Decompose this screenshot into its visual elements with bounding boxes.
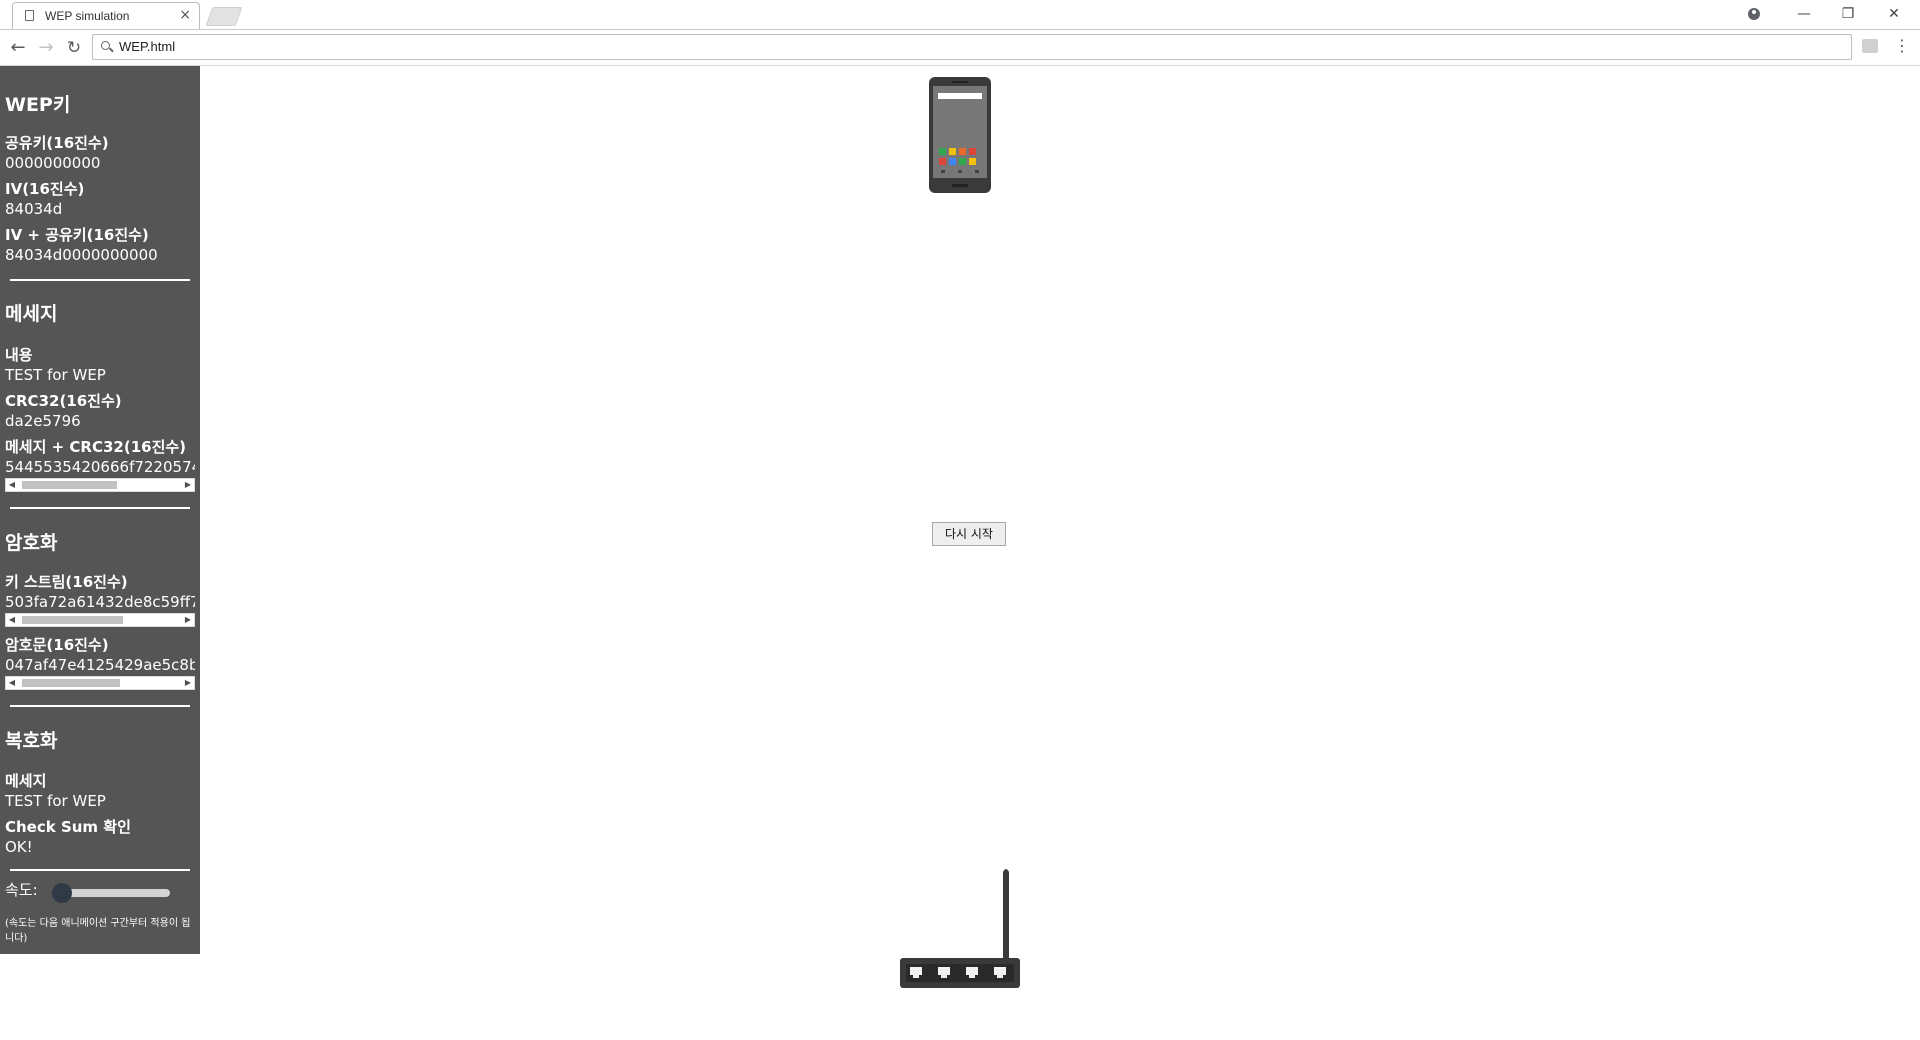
crc32-value: da2e5796 [5, 412, 81, 430]
speed-note: (속도는 다음 애니메이션 구간부터 적용이 됩니다) [5, 918, 191, 944]
browser-menu-icon[interactable]: ⋮ [1894, 36, 1910, 55]
decrypted-message-value: TEST for WEP [5, 792, 106, 810]
tab-strip: WEP simulation × — ❐ ✕ [0, 0, 1920, 30]
scrollbar-thumb[interactable] [22, 679, 120, 687]
scroll-right-icon[interactable]: ▶ [182, 677, 194, 689]
shared-key-label: 공유키(16진수) [5, 134, 109, 152]
back-button[interactable]: ← [6, 36, 30, 60]
checksum-label: Check Sum 확인 [5, 818, 131, 836]
address-url: WEP.html [119, 39, 176, 54]
message-content-value: TEST for WEP [5, 366, 106, 384]
message-content-label: 내용 [5, 346, 33, 364]
iv-label: IV(16진수) [5, 180, 85, 198]
message-crc32-scrollbar[interactable]: ◀ ▶ [5, 478, 195, 492]
browser-toolbar: ← → ↻ WEP.html ⋮ [0, 30, 1920, 66]
divider [10, 869, 190, 871]
shared-key-value: 0000000000 [5, 154, 101, 172]
router-icon [900, 869, 1020, 988]
section-title-message: 메세지 [5, 303, 58, 325]
speed-slider-thumb[interactable] [52, 883, 72, 903]
divider [10, 279, 190, 281]
section-title-wep-key: WEP키 [5, 94, 71, 116]
tab-title: WEP simulation [45, 9, 130, 23]
scrollbar-thumb[interactable] [22, 616, 123, 624]
divider [10, 705, 190, 707]
keystream-value: 503fa72a61432de8c59ff7b [5, 593, 195, 611]
tab-close-icon[interactable]: × [179, 7, 191, 23]
close-window-button[interactable]: ✕ [1872, 3, 1916, 25]
divider [10, 507, 190, 509]
ciphertext-scrollbar[interactable]: ◀ ▶ [5, 676, 195, 690]
speed-label: 속도: [5, 881, 38, 899]
keystream-label: 키 스트림(16진수) [5, 573, 128, 591]
message-crc32-label: 메세지 + CRC32(16진수) [5, 438, 187, 456]
scrollbar-thumb[interactable] [22, 481, 117, 489]
page-icon [25, 10, 34, 21]
decrypted-message-label: 메세지 [5, 772, 47, 790]
minimize-button[interactable]: — [1782, 3, 1826, 25]
iv-value: 84034d [5, 200, 63, 218]
ciphertext-value: 047af47e4125429ae5c8b2 [5, 656, 195, 674]
address-bar[interactable]: WEP.html [92, 34, 1852, 60]
search-icon [101, 41, 110, 50]
message-crc32-value: 5445535420666f72205745 [5, 458, 195, 476]
scroll-right-icon[interactable]: ▶ [182, 614, 194, 626]
extension-icon[interactable] [1862, 39, 1878, 53]
speed-slider[interactable] [55, 889, 170, 897]
tab-wep-simulation[interactable]: WEP simulation × [12, 2, 200, 29]
ciphertext-label: 암호문(16진수) [5, 636, 109, 654]
scroll-left-icon[interactable]: ◀ [6, 614, 18, 626]
scroll-left-icon[interactable]: ◀ [6, 677, 18, 689]
scroll-right-icon[interactable]: ▶ [182, 479, 194, 491]
reload-button[interactable]: ↻ [62, 36, 86, 60]
forward-button[interactable]: → [34, 36, 58, 60]
sidebar: WEP키 공유키(16진수) 0000000000 IV(16진수) 84034… [0, 66, 200, 954]
iv-shared-key-value: 84034d0000000000 [5, 246, 158, 264]
keystream-scrollbar[interactable]: ◀ ▶ [5, 613, 195, 627]
profile-icon[interactable] [1732, 3, 1776, 25]
crc32-label: CRC32(16진수) [5, 392, 122, 410]
checksum-value: OK! [5, 838, 33, 856]
section-title-encryption: 암호화 [5, 532, 58, 554]
scroll-left-icon[interactable]: ◀ [6, 479, 18, 491]
iv-shared-key-label: IV + 공유키(16진수) [5, 226, 149, 244]
smartphone-icon [929, 77, 991, 193]
restart-button[interactable]: 다시 시작 [932, 522, 1006, 546]
restore-button[interactable]: ❐ [1826, 3, 1870, 25]
new-tab-button[interactable] [205, 7, 243, 26]
section-title-decryption: 복호화 [5, 730, 58, 752]
